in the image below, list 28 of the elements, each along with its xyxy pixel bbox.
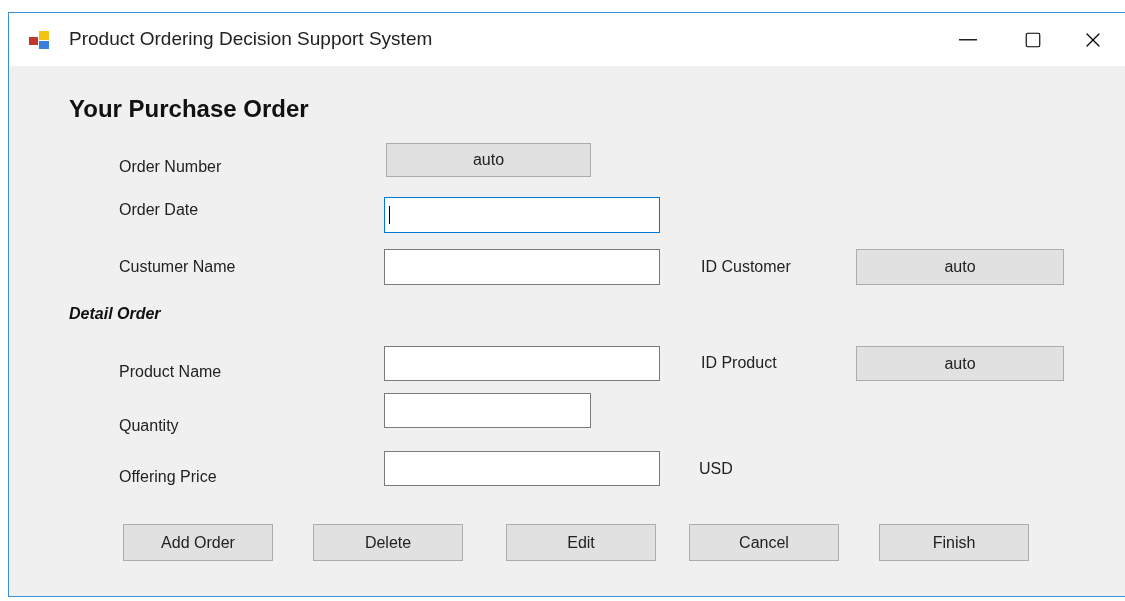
section-heading: Detail Order: [69, 304, 162, 324]
text-field[interactable]: [384, 197, 660, 233]
field-label: ID Customer: [701, 257, 792, 277]
action-button[interactable]: Edit: [506, 524, 656, 561]
text-field[interactable]: [384, 451, 660, 486]
auto-value-box: auto: [856, 346, 1064, 381]
minimize-icon: [959, 38, 977, 41]
action-button[interactable]: Finish: [879, 524, 1029, 561]
field-label: Order Number: [119, 157, 223, 177]
text-field[interactable]: [384, 393, 591, 428]
field-label: Offering Price: [119, 467, 218, 487]
field-label: Quantity: [119, 416, 180, 436]
form-heading: Your Purchase Order: [69, 95, 310, 122]
text-field[interactable]: [384, 249, 660, 285]
text-field[interactable]: [384, 346, 660, 381]
maximize-icon: [1024, 30, 1042, 49]
action-button[interactable]: Cancel: [689, 524, 839, 561]
auto-value-box: auto: [856, 249, 1064, 285]
field-label: Order Date: [119, 200, 200, 220]
currency-label: USD: [699, 459, 733, 479]
auto-value-box: auto: [386, 143, 591, 177]
window-title: Product Ordering Decision Support System: [69, 27, 433, 52]
field-label: Custumer Name: [119, 257, 237, 277]
action-button[interactable]: Add Order: [123, 524, 273, 561]
action-button[interactable]: Delete: [313, 524, 463, 561]
field-label: Product Name: [119, 362, 223, 382]
text-cursor: [389, 206, 390, 224]
field-label: ID Product: [701, 353, 778, 373]
